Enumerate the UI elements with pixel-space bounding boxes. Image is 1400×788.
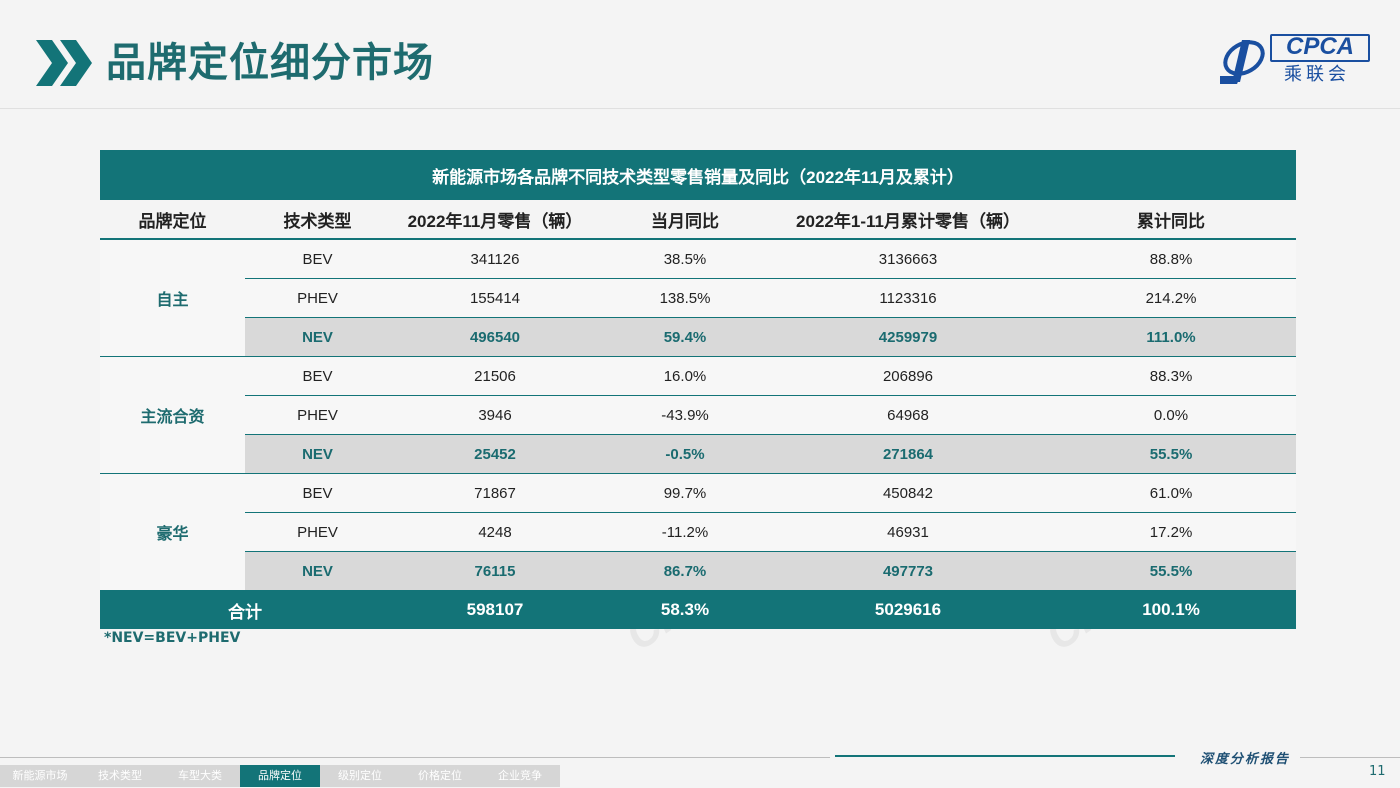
table-cell: 3136663 bbox=[770, 239, 1046, 279]
nav-tab[interactable]: 新能源市场 bbox=[0, 765, 80, 787]
table-cell: 3946 bbox=[390, 395, 600, 435]
table-cell: 55.5% bbox=[1046, 551, 1297, 591]
nav-tab-active[interactable]: 品牌定位 bbox=[240, 765, 320, 787]
table-cell: 25452 bbox=[390, 434, 600, 474]
brand-cell: 自主 bbox=[100, 239, 245, 357]
table-cell: 497773 bbox=[770, 551, 1046, 591]
brand-cell: 主流合资 bbox=[100, 356, 245, 474]
table-header-row: 品牌定位 技术类型 2022年11月零售（辆） 当月同比 2022年1-11月累… bbox=[100, 200, 1297, 240]
table-row: PHEV 155414 138.5% 1123316 214.2% bbox=[100, 278, 1297, 318]
table-cell: BEV bbox=[245, 239, 390, 279]
table-row-nev: NEV 76115 86.7% 497773 55.5% bbox=[100, 551, 1297, 591]
table-cell: 271864 bbox=[770, 434, 1046, 474]
table-cell: 206896 bbox=[770, 356, 1046, 396]
table-cell: 138.5% bbox=[600, 278, 770, 318]
column-header: 技术类型 bbox=[245, 200, 390, 240]
footnote: *NEV=BEV+PHEV bbox=[104, 630, 241, 646]
section-nav: 新能源市场 技术类型 车型大类 品牌定位 级别定位 价格定位 企业竞争 bbox=[0, 765, 560, 787]
page-header: 品牌定位细分市场 CPCA 乘联会 bbox=[0, 0, 1400, 108]
table-cell: 0.0% bbox=[1046, 395, 1297, 435]
table-cell: -0.5% bbox=[600, 434, 770, 474]
table-cell: 86.7% bbox=[600, 551, 770, 591]
cpca-logo-text: CPCA bbox=[1285, 33, 1354, 60]
header-divider bbox=[0, 108, 1400, 109]
sales-table: 新能源市场各品牌不同技术类型零售销量及同比（2022年11月及累计） 品牌定位 … bbox=[100, 150, 1297, 629]
double-chevron-icon bbox=[36, 40, 92, 86]
footer-accent-line bbox=[835, 755, 1175, 757]
table-cell: 88.8% bbox=[1046, 239, 1297, 279]
nav-tab[interactable]: 企业竞争 bbox=[480, 765, 560, 787]
table-cell: PHEV bbox=[245, 395, 390, 435]
table-cell: 5029616 bbox=[770, 590, 1046, 629]
brand-cell: 豪华 bbox=[100, 473, 245, 591]
table-cell: 4259979 bbox=[770, 317, 1046, 357]
table-row-nev: NEV 496540 59.4% 4259979 111.0% bbox=[100, 317, 1297, 357]
table-cell: NEV bbox=[245, 434, 390, 474]
nav-tab[interactable]: 技术类型 bbox=[80, 765, 160, 787]
footer-divider bbox=[1300, 757, 1400, 758]
column-header: 2022年11月零售（辆） bbox=[390, 200, 600, 240]
table-cell: 155414 bbox=[390, 278, 600, 318]
table-row: PHEV 3946 -43.9% 64968 0.0% bbox=[100, 395, 1297, 435]
table-cell: BEV bbox=[245, 473, 390, 513]
table-cell: 16.0% bbox=[600, 356, 770, 396]
table-cell: 88.3% bbox=[1046, 356, 1297, 396]
table-cell: 1123316 bbox=[770, 278, 1046, 318]
table-cell: 214.2% bbox=[1046, 278, 1297, 318]
column-header: 当月同比 bbox=[600, 200, 770, 240]
table-caption-row: 新能源市场各品牌不同技术类型零售销量及同比（2022年11月及累计） bbox=[100, 150, 1297, 200]
table-cell: 21506 bbox=[390, 356, 600, 396]
table-row: 主流合资 BEV 21506 16.0% 206896 88.3% bbox=[100, 356, 1297, 474]
table-cell: 46931 bbox=[770, 512, 1046, 552]
table-cell: 38.5% bbox=[600, 239, 770, 279]
table-total-row: 合计 598107 58.3% 5029616 100.1% bbox=[100, 590, 1297, 629]
table-cell: 76115 bbox=[390, 551, 600, 591]
table-cell: -43.9% bbox=[600, 395, 770, 435]
table-cell: -11.2% bbox=[600, 512, 770, 552]
table-row: 自主 BEV 341126 38.5% 3136663 88.8% bbox=[100, 239, 1297, 357]
table-cell: 61.0% bbox=[1046, 473, 1297, 513]
table-cell: NEV bbox=[245, 317, 390, 357]
table-cell: 58.3% bbox=[600, 590, 770, 629]
table-cell: 598107 bbox=[390, 590, 600, 629]
table-row: PHEV 4248 -11.2% 46931 17.2% bbox=[100, 512, 1297, 552]
table-cell: 4248 bbox=[390, 512, 600, 552]
cpca-logo-subtext: 乘联会 bbox=[1284, 64, 1350, 85]
table-cell: 450842 bbox=[770, 473, 1046, 513]
column-header: 品牌定位 bbox=[100, 200, 245, 240]
page-number: 11 bbox=[1369, 764, 1386, 779]
table-cell: 341126 bbox=[390, 239, 600, 279]
table-cell: 111.0% bbox=[1046, 317, 1297, 357]
table-caption: 新能源市场各品牌不同技术类型零售销量及同比（2022年11月及累计） bbox=[100, 150, 1297, 200]
table-cell: 496540 bbox=[390, 317, 600, 357]
column-header: 2022年1-11月累计零售（辆） bbox=[770, 200, 1046, 240]
table-cell: 64968 bbox=[770, 395, 1046, 435]
table-cell: BEV bbox=[245, 356, 390, 396]
total-label: 合计 bbox=[100, 590, 390, 629]
table-cell: PHEV bbox=[245, 512, 390, 552]
table-cell: NEV bbox=[245, 551, 390, 591]
table-cell: 55.5% bbox=[1046, 434, 1297, 474]
report-tag: 深度分析报告 bbox=[1200, 752, 1291, 767]
cpca-emblem-icon bbox=[1220, 40, 1265, 84]
table-cell: 100.1% bbox=[1046, 590, 1297, 629]
table-cell: PHEV bbox=[245, 278, 390, 318]
table-cell: 99.7% bbox=[600, 473, 770, 513]
table-cell: 59.4% bbox=[600, 317, 770, 357]
cpca-logo: CPCA 乘联会 bbox=[1220, 30, 1370, 90]
table-cell: 71867 bbox=[390, 473, 600, 513]
table-row: 豪华 BEV 71867 99.7% 450842 61.0% bbox=[100, 473, 1297, 591]
table-cell: 17.2% bbox=[1046, 512, 1297, 552]
footer-divider bbox=[0, 757, 830, 758]
table-row-nev: NEV 25452 -0.5% 271864 55.5% bbox=[100, 434, 1297, 474]
nav-tab[interactable]: 价格定位 bbox=[400, 765, 480, 787]
column-header: 累计同比 bbox=[1046, 200, 1297, 240]
nav-tab[interactable]: 级别定位 bbox=[320, 765, 400, 787]
page-title: 品牌定位细分市场 bbox=[106, 40, 434, 86]
nav-tab[interactable]: 车型大类 bbox=[160, 765, 240, 787]
